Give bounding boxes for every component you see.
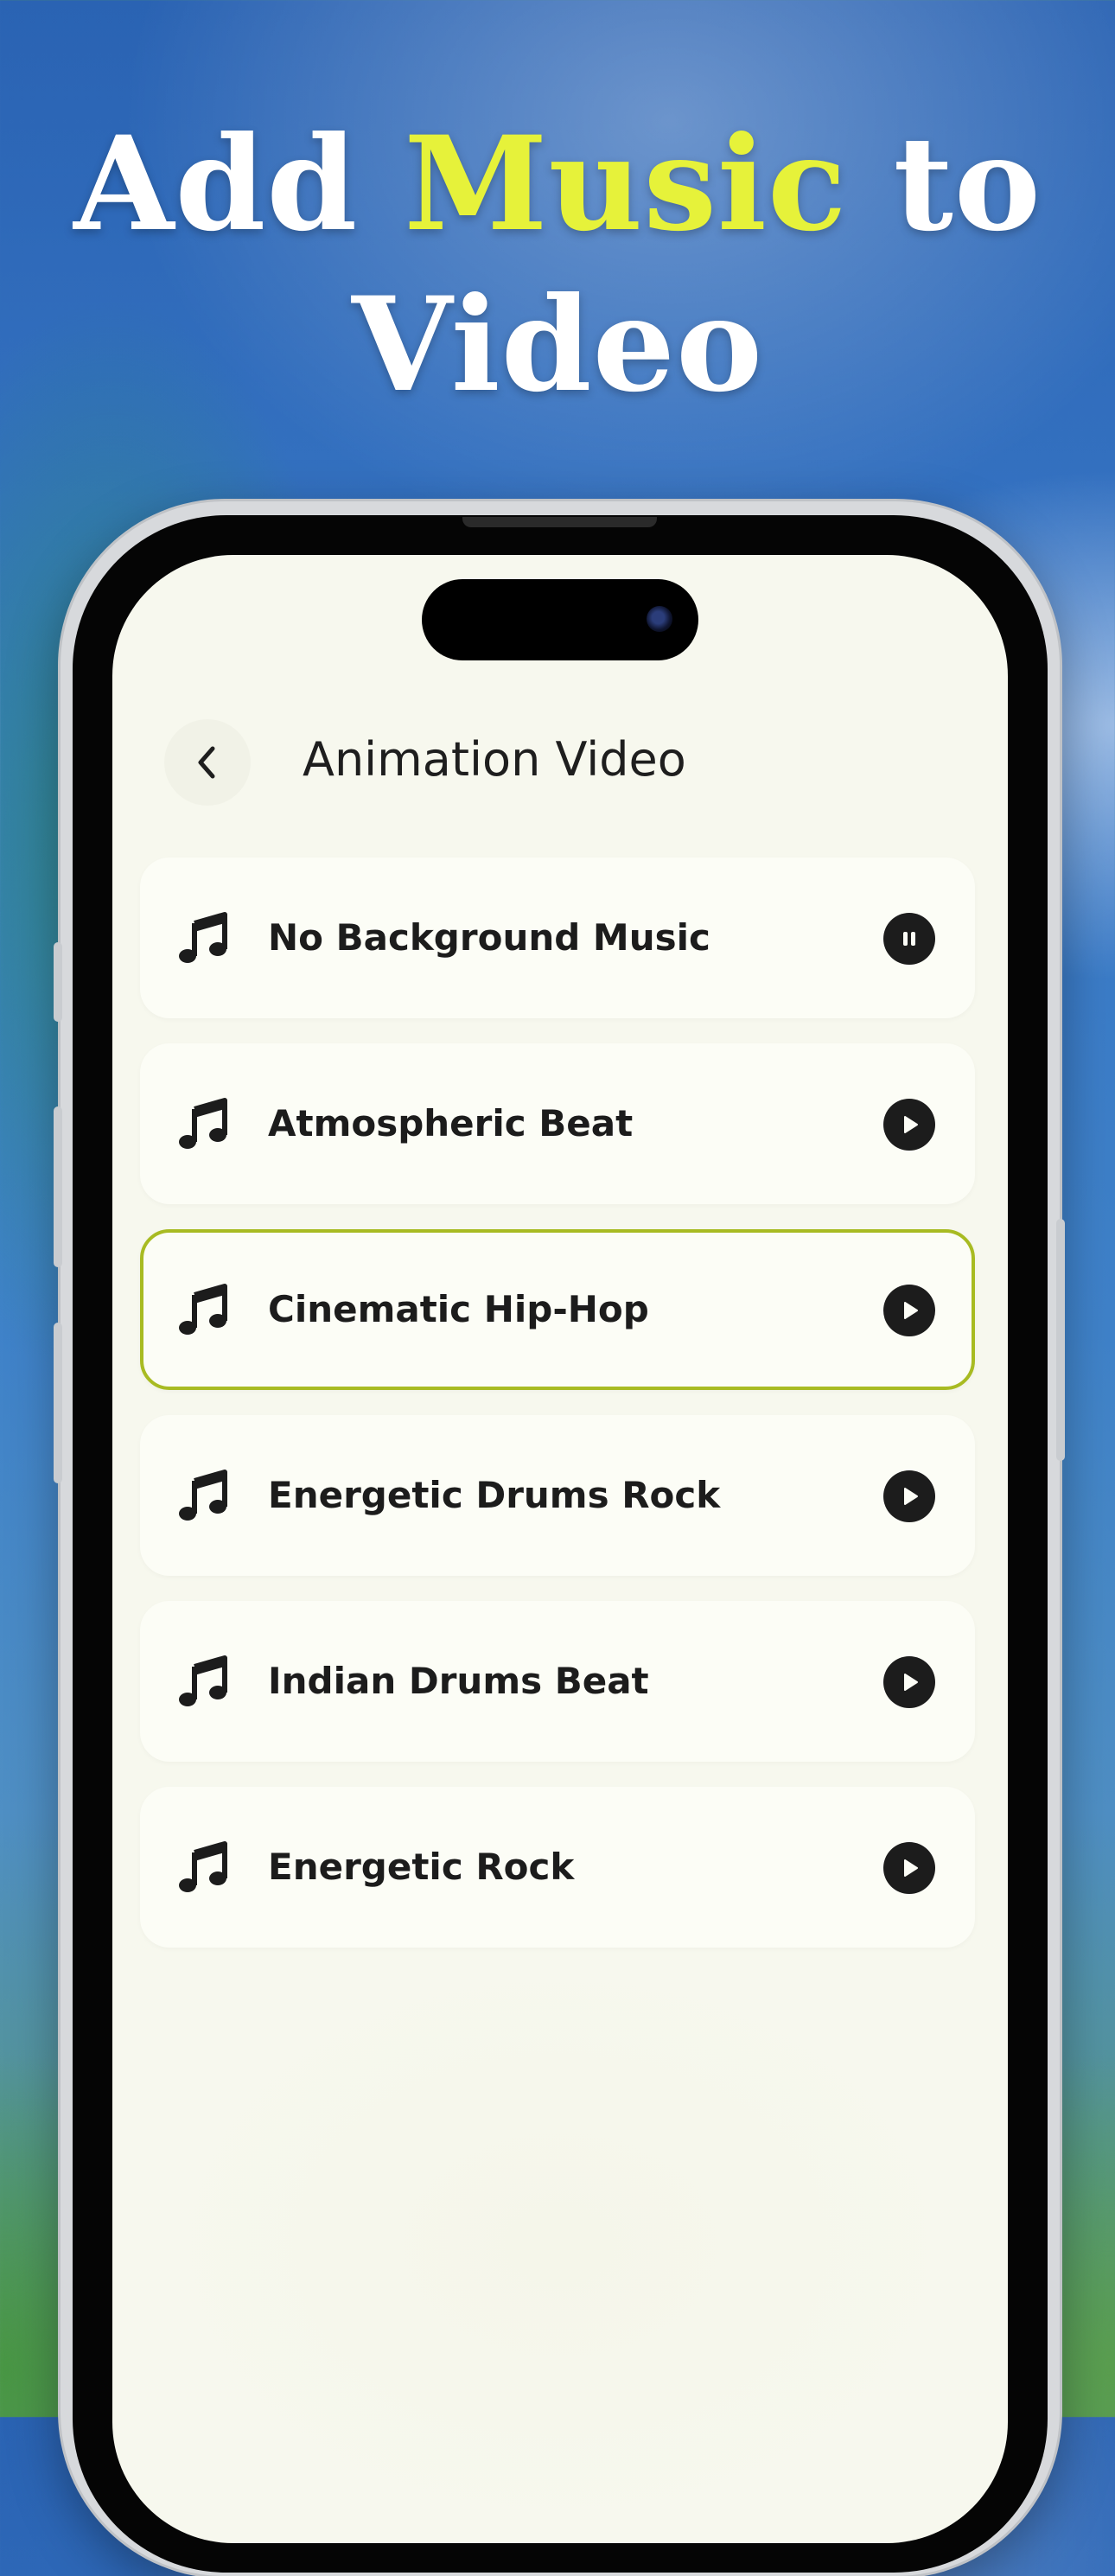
track-label: Cinematic Hip-Hop	[268, 1288, 649, 1330]
play-icon	[904, 1302, 918, 1319]
play-icon	[904, 1488, 918, 1505]
play-button[interactable]	[883, 1099, 935, 1151]
headline-line-2: Video	[351, 269, 764, 421]
track-item-energetic-drums-rock[interactable]: Energetic Drums Rock	[140, 1415, 975, 1576]
phone-side-button	[54, 1323, 62, 1483]
track-item-energetic-rock[interactable]: Energetic Rock	[140, 1787, 975, 1948]
camera-icon	[647, 606, 672, 632]
play-icon	[904, 1674, 918, 1691]
play-button[interactable]	[883, 1656, 935, 1708]
phone-side-button	[54, 1106, 62, 1267]
headline-highlight: Music	[404, 108, 848, 260]
track-label: Atmospheric Beat	[268, 1102, 634, 1145]
music-note-icon	[179, 1841, 227, 1892]
track-item-no-background-music[interactable]: No Background Music	[140, 858, 975, 1018]
music-note-icon	[179, 912, 227, 963]
chevron-left-icon	[198, 746, 215, 779]
page-title: Animation Video	[303, 732, 686, 787]
play-button[interactable]	[883, 1470, 935, 1522]
pause-button[interactable]	[883, 913, 935, 965]
play-button[interactable]	[883, 1842, 935, 1894]
track-item-indian-drums-beat[interactable]: Indian Drums Beat	[140, 1601, 975, 1762]
track-label: Energetic Drums Rock	[268, 1474, 721, 1516]
music-note-icon	[179, 1655, 227, 1706]
play-icon	[904, 1116, 918, 1133]
headline-line-1: Add Music to	[73, 108, 1042, 260]
dynamic-island	[422, 579, 698, 660]
track-item-atmospheric-beat[interactable]: Atmospheric Beat	[140, 1043, 975, 1204]
track-item-cinematic-hip-hop[interactable]: Cinematic Hip-Hop	[140, 1229, 975, 1390]
promo-headline: Add Music to Video	[0, 104, 1115, 425]
back-button[interactable]	[164, 719, 251, 806]
music-note-icon	[179, 1284, 227, 1335]
track-label: No Background Music	[268, 916, 710, 959]
track-label: Energetic Rock	[268, 1846, 575, 1888]
pause-icon	[903, 932, 915, 946]
play-button[interactable]	[883, 1285, 935, 1336]
track-label: Indian Drums Beat	[268, 1660, 649, 1702]
phone-side-button	[1056, 1219, 1065, 1461]
phone-side-button	[54, 942, 62, 1022]
app-screen: Animation Video No Background Music Atmo…	[112, 555, 1008, 2543]
music-note-icon	[179, 1470, 227, 1521]
music-note-icon	[179, 1098, 227, 1149]
phone-speaker	[462, 517, 657, 527]
play-icon	[904, 1859, 918, 1877]
